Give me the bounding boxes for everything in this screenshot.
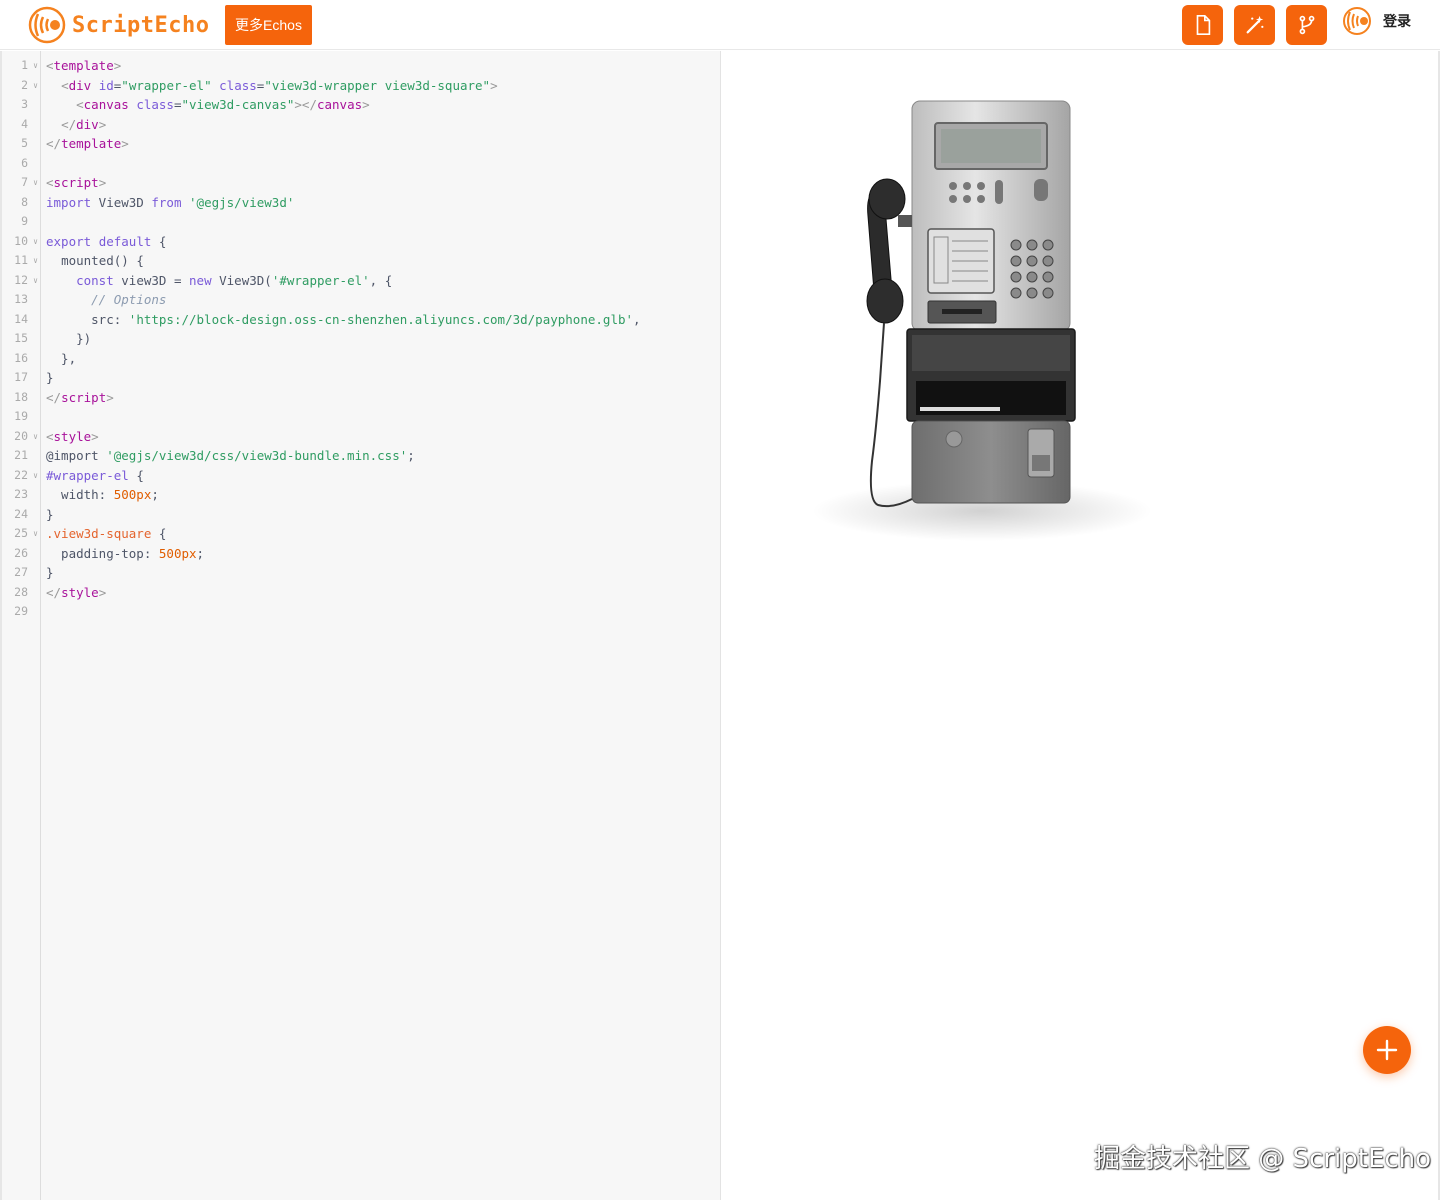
line-number: 26 — [14, 545, 28, 560]
code-line[interactable] — [46, 212, 720, 232]
fold-arrow-icon[interactable]: ∨ — [33, 466, 38, 486]
fold-arrow-icon[interactable]: ∨ — [33, 251, 38, 271]
code-line[interactable]: width: 500px; — [46, 485, 720, 505]
line-number: 25 ∨ — [2, 524, 41, 544]
user-avatar-icon[interactable] — [1342, 6, 1374, 36]
line-number-gutter: 1 ∨ 2 ∨ 3 4 5 6 7 ∨ 8 9 10 ∨ 11 ∨ 12 ∨ 13 14 15 16 17 18 19 20 ∨ 21… — [2, 51, 41, 1200]
line-number: 13 — [14, 292, 28, 306]
code-line[interactable] — [46, 602, 720, 622]
line-number: 11 ∨ — [2, 251, 41, 271]
payphone-3d-model[interactable] — [812, 91, 1152, 561]
fold-arrow-icon[interactable]: ∨ — [33, 56, 38, 76]
line-number: 12 ∨ — [2, 271, 41, 291]
line-number: 1 ∨ — [2, 56, 41, 76]
line-number: 4 — [21, 116, 28, 131]
line-number: 20 ∨ — [2, 427, 41, 447]
line-number: 10 ∨ — [2, 232, 41, 252]
more-echos-button[interactable]: 更多Echos — [225, 5, 312, 45]
fold-arrow-icon[interactable]: ∨ — [33, 76, 38, 96]
file-icon — [1196, 15, 1210, 35]
add-fab-button[interactable] — [1363, 1026, 1411, 1074]
line-number: 14 — [14, 311, 28, 326]
code-line[interactable]: #wrapper-el { — [46, 466, 720, 486]
code-line[interactable]: <script> — [46, 173, 720, 193]
code-line[interactable]: <template> — [46, 56, 720, 76]
line-number: 27 — [14, 565, 28, 579]
preview-panel — [722, 51, 1440, 1200]
line-number: 22 ∨ — [2, 466, 41, 486]
line-number: 7 ∨ — [2, 173, 41, 193]
line-number: 8 — [21, 194, 28, 209]
line-number: 6 — [21, 155, 28, 170]
logo[interactable]: ScriptEcho — [28, 6, 209, 44]
code-line[interactable]: src: 'https://block-design.oss-cn-shenzh… — [46, 310, 720, 330]
code-line[interactable]: </style> — [46, 583, 720, 603]
line-number: 21 — [14, 448, 28, 462]
code-line[interactable]: <div id="wrapper-el" class="view3d-wrapp… — [46, 76, 720, 96]
fold-arrow-icon[interactable]: ∨ — [33, 232, 38, 252]
code-line[interactable]: padding-top: 500px; — [46, 544, 720, 564]
code-line[interactable]: } — [46, 563, 720, 583]
code-line[interactable]: }) — [46, 329, 720, 349]
line-number: 24 — [14, 506, 28, 521]
magic-wand-icon — [1246, 15, 1263, 34]
line-number: 29 — [14, 604, 28, 618]
plus-icon — [1376, 1039, 1398, 1061]
line-number: 5 — [21, 136, 28, 150]
code-line[interactable]: export default { — [46, 232, 720, 252]
line-number: 3 — [21, 97, 28, 111]
branch-icon — [1299, 15, 1314, 35]
fold-arrow-icon[interactable]: ∨ — [33, 524, 38, 544]
code-line[interactable]: import View3D from '@egjs/view3d' — [46, 193, 720, 213]
fold-arrow-icon[interactable]: ∨ — [33, 173, 38, 193]
fold-arrow-icon[interactable]: ∨ — [33, 271, 38, 291]
fold-arrow-icon[interactable]: ∨ — [33, 427, 38, 447]
fork-button[interactable] — [1286, 5, 1327, 45]
line-number: 16 — [14, 350, 28, 365]
watermark: 掘金技术社区 @ ScriptEcho — [1094, 1144, 1432, 1174]
code-line[interactable]: const view3D = new View3D('#wrapper-el',… — [46, 271, 720, 291]
code-line[interactable]: </template> — [46, 134, 720, 154]
line-number: 19 — [14, 409, 28, 423]
line-number: 18 — [14, 389, 28, 404]
code-line[interactable] — [46, 407, 720, 427]
code-line[interactable]: // Options — [46, 290, 720, 310]
code-line[interactable]: <canvas class="view3d-canvas"></canvas> — [46, 95, 720, 115]
line-number: 9 — [21, 214, 28, 228]
top-header: ScriptEcho 更多Echos 登录 — [0, 0, 1440, 50]
code-line[interactable]: } — [46, 368, 720, 388]
code-line[interactable] — [46, 154, 720, 174]
line-number: 28 — [14, 584, 28, 599]
code-line[interactable]: } — [46, 505, 720, 525]
code-line[interactable]: mounted() { — [46, 251, 720, 271]
code-line[interactable]: </script> — [46, 388, 720, 408]
code-line[interactable]: <style> — [46, 427, 720, 447]
line-number: 15 — [14, 331, 28, 345]
code-line[interactable]: }, — [46, 349, 720, 369]
code-editor[interactable]: 1 ∨ 2 ∨ 3 4 5 6 7 ∨ 8 9 10 ∨ 11 ∨ 12 ∨ 13 14 15 16 17 18 19 20 ∨ 21… — [0, 51, 721, 1200]
code-line[interactable]: @import '@egjs/view3d/css/view3d-bundle.… — [46, 446, 720, 466]
code-line[interactable]: </div> — [46, 115, 720, 135]
login-link[interactable]: 登录 — [1383, 11, 1411, 31]
logo-icon — [28, 6, 66, 44]
new-file-button[interactable] — [1182, 5, 1223, 45]
logo-text: ScriptEcho — [72, 12, 210, 38]
ai-magic-button[interactable] — [1234, 5, 1275, 45]
line-number: 2 ∨ — [2, 76, 41, 96]
code-line[interactable]: .view3d-square { — [46, 524, 720, 544]
line-number: 23 — [14, 487, 28, 501]
line-number: 17 — [14, 370, 28, 384]
code-content[interactable]: <template> <div id="wrapper-el" class="v… — [46, 56, 720, 622]
